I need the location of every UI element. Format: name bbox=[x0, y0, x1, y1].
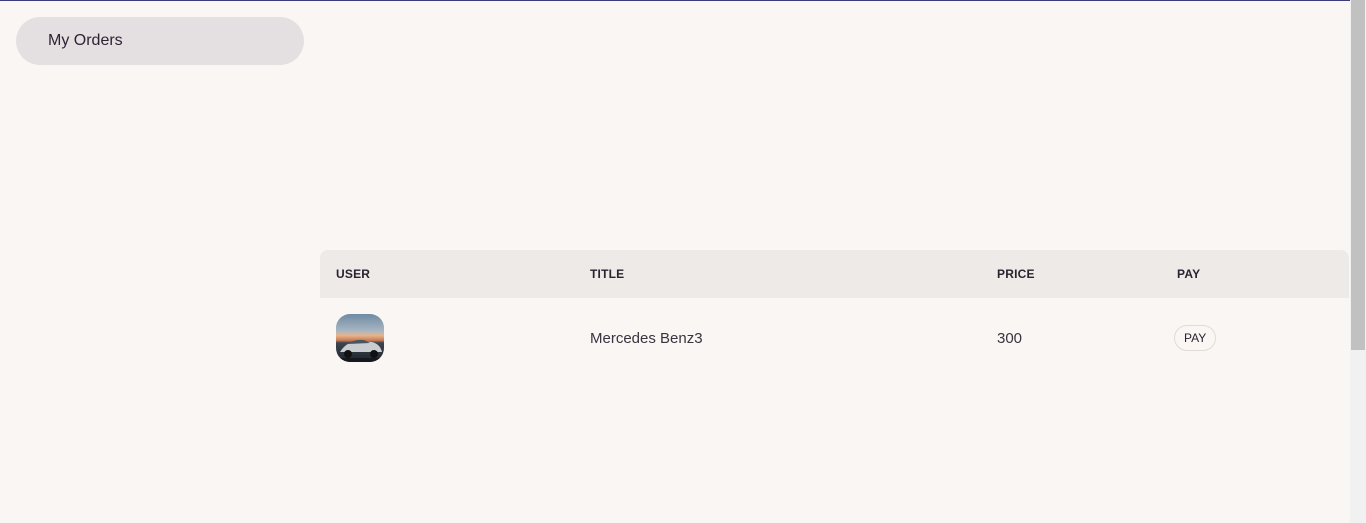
orders-table: USER TITLE PRICE PAY Mercedes Benz3 300 … bbox=[320, 250, 1349, 378]
column-header-title: TITLE bbox=[590, 267, 625, 281]
pay-button[interactable]: PAY bbox=[1174, 325, 1217, 351]
column-header-user: USER bbox=[336, 267, 371, 281]
scrollbar-thumb[interactable] bbox=[1351, 0, 1365, 350]
car-photo-icon bbox=[336, 314, 384, 362]
user-cell bbox=[336, 298, 384, 378]
table-header: USER TITLE PRICE PAY bbox=[320, 250, 1349, 298]
top-border bbox=[0, 0, 1350, 1]
table-row: Mercedes Benz3 300 PAY bbox=[320, 298, 1349, 378]
sidebar-item-label: My Orders bbox=[48, 32, 123, 49]
column-header-price: PRICE bbox=[997, 267, 1035, 281]
sidebar-item-my-orders[interactable]: My Orders bbox=[16, 17, 304, 65]
price-cell: 300 bbox=[997, 329, 1023, 347]
pay-cell: PAY bbox=[1174, 298, 1217, 378]
title-cell: Mercedes Benz3 bbox=[590, 329, 703, 347]
column-header-pay: PAY bbox=[1177, 267, 1201, 281]
